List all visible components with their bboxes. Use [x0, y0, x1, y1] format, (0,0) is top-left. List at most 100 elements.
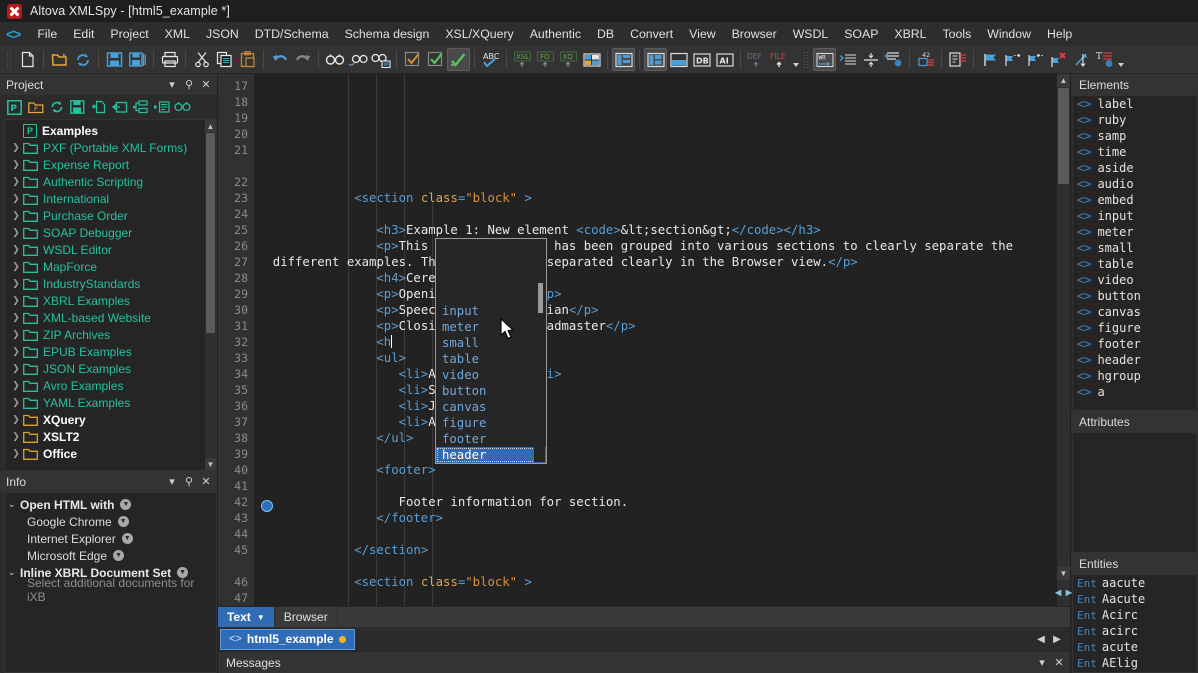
chevron-down-icon[interactable]: ⌄: [8, 499, 20, 510]
project-tree-item[interactable]: ❯ Avro Examples: [5, 377, 216, 394]
autocomplete-item[interactable]: small: [436, 335, 546, 351]
tab-browser[interactable]: Browser: [275, 607, 338, 627]
split-view-icon[interactable]: [644, 48, 667, 71]
find-in-files-icon[interactable]: [369, 48, 392, 71]
toolbar-grip[interactable]: [6, 50, 13, 69]
autocomplete-item[interactable]: header: [436, 447, 546, 463]
entity-list-item[interactable]: Ent Acirc: [1073, 607, 1196, 623]
menu-convert[interactable]: Convert: [622, 24, 681, 44]
project-tree-item[interactable]: ❯ XML-based Website: [5, 309, 216, 326]
menu-json[interactable]: JSON: [198, 24, 247, 44]
element-list-item[interactable]: <> ruby: [1073, 112, 1196, 128]
split-handle-icon[interactable]: ◄►: [1053, 580, 1075, 606]
info-item[interactable]: Google Chrome ▼: [5, 513, 216, 530]
menu-wsdl[interactable]: WSDL: [785, 24, 837, 44]
add-url-icon[interactable]: [153, 99, 170, 116]
entity-list-item[interactable]: Ent AElig: [1073, 655, 1196, 671]
element-list-item[interactable]: <> audio: [1073, 176, 1196, 192]
bookmark-delete-icon[interactable]: [1047, 48, 1070, 71]
info-item[interactable]: Internet Explorer ▼: [5, 530, 216, 547]
expand-arrow[interactable]: ❯: [9, 176, 23, 187]
expand-arrow[interactable]: ❯: [9, 227, 23, 238]
element-list-item[interactable]: <> label: [1073, 96, 1196, 112]
new-project-icon[interactable]: P: [6, 99, 23, 116]
add-external-folder-icon[interactable]: [132, 99, 149, 116]
expand-arrow[interactable]: ❯: [9, 397, 23, 408]
project-tree-item[interactable]: ❯ International: [5, 190, 216, 207]
element-list-item[interactable]: <> table: [1073, 256, 1196, 272]
save-project-icon[interactable]: [69, 99, 86, 116]
menu-window[interactable]: Window: [979, 24, 1039, 44]
collapse-caret-icon[interactable]: ▾: [1035, 656, 1049, 670]
menu-view[interactable]: View: [681, 24, 723, 44]
reload-icon[interactable]: [71, 48, 94, 71]
text-options-icon[interactable]: T: [1093, 48, 1116, 71]
project-tree-item[interactable]: ❯ JSON Examples: [5, 360, 216, 377]
validate-on-edit-icon[interactable]: [447, 48, 470, 71]
element-list-item[interactable]: <> small: [1073, 240, 1196, 256]
expand-arrow[interactable]: ❯: [9, 210, 23, 221]
bookmark-next-icon[interactable]: [1001, 48, 1024, 71]
info-item[interactable]: Select additional documents for iXB: [5, 576, 216, 604]
grid-view-icon[interactable]: [580, 48, 603, 71]
expand-arrow[interactable]: ❯: [9, 295, 23, 306]
expand-arrow[interactable]: ❯: [9, 244, 23, 255]
project-tree-item[interactable]: ❯ YAML Examples: [5, 394, 216, 411]
element-list-item[interactable]: <> meter: [1073, 224, 1196, 240]
autocomplete-popup[interactable]: input meter small table video button canvas fig…: [435, 238, 547, 464]
autocomplete-scroll-thumb[interactable]: [538, 283, 543, 313]
database-icon[interactable]: DB: [690, 48, 713, 71]
close-icon[interactable]: ✕: [1052, 656, 1066, 670]
entity-list-item[interactable]: Ent aacute: [1073, 575, 1196, 591]
toolbar-overflow-caret[interactable]: [1116, 49, 1125, 71]
scroll-thumb[interactable]: [206, 133, 215, 333]
edit-settings-icon[interactable]: [946, 48, 969, 71]
element-list-item[interactable]: <> embed: [1073, 192, 1196, 208]
bookmark-prev-icon[interactable]: [1024, 48, 1047, 71]
element-list-item[interactable]: <> button: [1073, 288, 1196, 304]
text-view-icon[interactable]: [612, 48, 635, 71]
find-next-icon[interactable]: [346, 48, 369, 71]
add-folder-icon[interactable]: [111, 99, 128, 116]
save-all-icon[interactable]: [126, 48, 149, 71]
tab-text[interactable]: Text ▼: [218, 607, 275, 627]
text-editor[interactable]: 17 18 19 20 21 22 23 24 25 26 27 28 29 30 31 32 33 34 35 36…: [218, 74, 1075, 606]
expand-arrow[interactable]: ❯: [9, 142, 23, 153]
menu-dtd-schema[interactable]: DTD/Schema: [247, 24, 337, 44]
autocomplete-item[interactable]: video: [436, 367, 546, 383]
redo-icon[interactable]: [291, 48, 314, 71]
upload-dropdown-caret[interactable]: [791, 49, 800, 71]
autocomplete-item[interactable]: meter: [436, 319, 546, 335]
expand-arrow[interactable]: ❯: [9, 431, 23, 442]
menu-db[interactable]: DB: [589, 24, 622, 44]
project-tree[interactable]: P Examples ❯ PXF (Portable XML Forms) ❯ Exp…: [4, 119, 217, 471]
xquery-execute-icon[interactable]: XQ: [557, 48, 580, 71]
xsl-transform-icon[interactable]: XSL: [511, 48, 534, 71]
project-tree-item[interactable]: ❯ XQuery: [5, 411, 216, 428]
indent-icon[interactable]: [836, 48, 859, 71]
info-item[interactable]: Microsoft Edge ▼: [5, 547, 216, 564]
project-tree-item[interactable]: ❯ Authentic Scripting: [5, 173, 216, 190]
menu-xml[interactable]: XML: [157, 24, 198, 44]
dropdown-circle-icon[interactable]: ▼: [121, 533, 133, 544]
sort-icon[interactable]: [1070, 48, 1093, 71]
expand-arrow[interactable]: ❯: [9, 193, 23, 204]
scroll-down-arrow[interactable]: ▼: [205, 458, 216, 470]
entity-list-item[interactable]: Ent Aacute: [1073, 591, 1196, 607]
dropdown-circle-icon[interactable]: ▼: [117, 516, 129, 527]
autocomplete-item[interactable]: figure: [436, 415, 546, 431]
editor-vertical-scrollbar[interactable]: ▲ ▼ ◄►: [1053, 74, 1075, 606]
project-tree-item[interactable]: ❯ XSLT2: [5, 428, 216, 445]
dropdown-circle-icon[interactable]: ▼: [120, 499, 132, 510]
menu-project[interactable]: Project: [102, 24, 156, 44]
project-tree-item[interactable]: ❯ Office: [5, 445, 216, 462]
toolbar-grip-2[interactable]: [803, 50, 810, 69]
project-tree-item[interactable]: ❯ IndustryStandards: [5, 275, 216, 292]
expand-arrow[interactable]: ❯: [9, 278, 23, 289]
open-project-icon[interactable]: P: [27, 99, 44, 116]
pretty-print-icon[interactable]: [882, 48, 905, 71]
project-tree-item[interactable]: ❯ SOAP Debugger: [5, 224, 216, 241]
scroll-down-arrow[interactable]: ▼: [1057, 567, 1070, 580]
expand-arrow[interactable]: ❯: [9, 414, 23, 425]
expand-arrow[interactable]: ❯: [9, 363, 23, 374]
